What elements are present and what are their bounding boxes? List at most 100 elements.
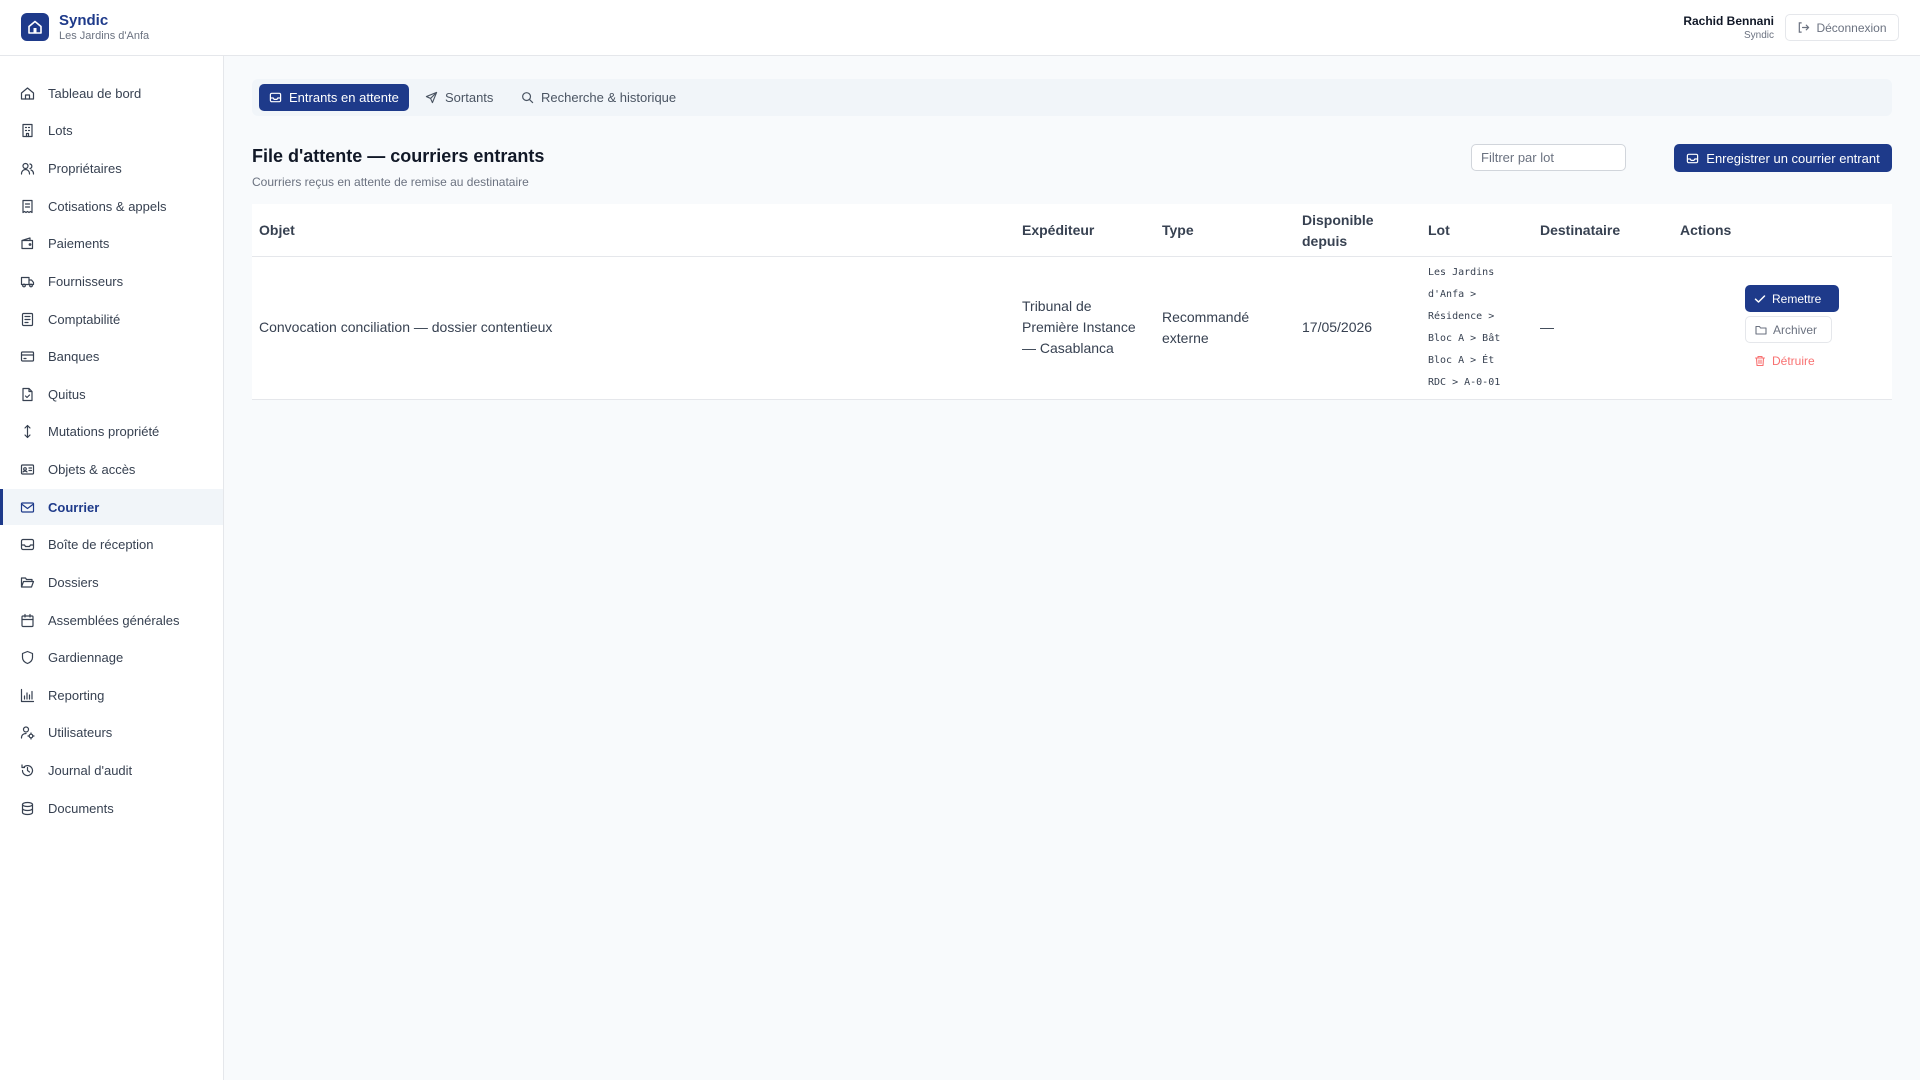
sidebar-item-label: Utilisateurs xyxy=(48,724,113,740)
column-header-actions: Actions xyxy=(1680,222,1732,238)
sidebar-item-assemblees-generales[interactable]: Assemblées générales xyxy=(0,602,223,638)
sidebar-item-quitus[interactable]: Quitus xyxy=(0,376,223,412)
column-header-destinataire: Destinataire xyxy=(1540,222,1621,238)
logout-label: Déconnexion xyxy=(1816,20,1887,35)
table-row[interactable]: Convocation conciliation — dossier conte… xyxy=(252,257,1892,400)
sidebar-item-label: Quitus xyxy=(48,386,86,402)
arrows-vertical-icon xyxy=(20,424,35,439)
cell-type: Recommandé externe xyxy=(1162,309,1250,346)
register-incoming-mail-label: Enregistrer un courrier entrant xyxy=(1706,150,1880,166)
incoming-mail-table: Objet Expéditeur Type Disponible depuis … xyxy=(252,204,1892,400)
sidebar-item-label: Documents xyxy=(48,800,114,816)
residence-name: Les Jardins d'Anfa xyxy=(59,30,150,42)
cell-objet: Convocation conciliation — dossier conte… xyxy=(259,319,553,335)
database-icon xyxy=(20,801,35,816)
ledger-icon xyxy=(20,312,35,327)
sidebar-item-tableau-de-bord[interactable]: Tableau de bord xyxy=(0,75,223,111)
archiver-label: Archiver xyxy=(1773,322,1818,337)
sidebar-item-mutations-propriete[interactable]: Mutations propriété xyxy=(0,413,223,449)
calendar-icon xyxy=(20,613,35,628)
column-header-lot: Lot xyxy=(1428,222,1450,238)
cell-disponible-depuis: 17/05/2026 xyxy=(1302,319,1373,335)
sidebar-item-proprietaires[interactable]: Propriétaires xyxy=(0,150,223,186)
inbox-icon xyxy=(1687,153,1699,163)
cell-lot: Les Jardins d'Anfa > Résidence > Bloc A … xyxy=(1428,267,1501,388)
logout-button[interactable]: Déconnexion xyxy=(1785,14,1899,41)
sidebar-item-label: Reporting xyxy=(48,687,105,703)
detruire-button[interactable]: Détruire xyxy=(1745,347,1825,374)
cell-destinataire: — xyxy=(1540,319,1554,335)
tab-entrants-en-attente[interactable]: Entrants en attente xyxy=(259,84,409,111)
app-title: Syndic xyxy=(59,12,109,29)
sidebar: Tableau de bord Lots Propriétaires Cotisati… xyxy=(0,56,224,1080)
sidebar-item-courrier[interactable]: Courrier xyxy=(0,489,223,525)
filter-lot-input[interactable] xyxy=(1471,144,1626,171)
column-header-expediteur: Expéditeur xyxy=(1022,222,1095,238)
shield-icon xyxy=(20,650,35,665)
tab-recherche-historique[interactable]: Recherche & historique xyxy=(511,84,686,111)
detruire-label: Détruire xyxy=(1772,353,1815,368)
sidebar-item-label: Assemblées générales xyxy=(48,612,180,628)
archiver-button[interactable]: Archiver xyxy=(1745,316,1832,343)
logout-icon xyxy=(1799,22,1810,33)
sidebar-item-label: Courrier xyxy=(48,499,100,515)
send-icon xyxy=(425,91,438,104)
cell-expediteur: Tribunal de Première Instance — Casablan… xyxy=(1022,298,1136,356)
sidebar-item-utilisateurs[interactable]: Utilisateurs xyxy=(0,714,223,750)
home-icon xyxy=(20,86,35,101)
sidebar-item-paiements[interactable]: Paiements xyxy=(0,225,223,261)
sidebar-item-label: Objets & accès xyxy=(48,461,136,477)
sidebar-item-fournisseurs[interactable]: Fournisseurs xyxy=(0,263,223,299)
page-title: File d'attente — courriers entrants xyxy=(252,146,545,166)
sidebar-item-reporting[interactable]: Reporting xyxy=(0,677,223,713)
building-icon xyxy=(20,123,35,138)
sidebar-item-label: Cotisations & appels xyxy=(48,198,167,214)
register-incoming-mail-button[interactable]: Enregistrer un courrier entrant xyxy=(1674,144,1892,172)
sidebar-item-label: Comptabilité xyxy=(48,311,121,327)
user-role: Syndic xyxy=(1743,30,1774,41)
sidebar-item-objets-acces[interactable]: Objets & accès xyxy=(0,451,223,487)
house-logo-icon xyxy=(28,20,42,34)
id-card-icon xyxy=(20,462,35,477)
column-header-type: Type xyxy=(1162,222,1194,238)
folder-icon xyxy=(1755,325,1767,335)
sidebar-item-label: Lots xyxy=(48,122,73,138)
inbox-icon xyxy=(20,537,35,552)
wallet-icon xyxy=(20,236,35,251)
tab-sortants[interactable]: Sortants xyxy=(415,84,503,111)
sidebar-item-comptabilite[interactable]: Comptabilité xyxy=(0,301,223,337)
sidebar-item-label: Gardiennage xyxy=(48,649,124,665)
remettre-button[interactable]: Remettre xyxy=(1745,285,1839,312)
page-subtitle: Courriers reçus en attente de remise au … xyxy=(252,175,529,189)
users-icon xyxy=(20,161,35,176)
sidebar-item-documents[interactable]: Documents xyxy=(0,790,223,826)
app-logo[interactable] xyxy=(21,13,49,41)
check-icon xyxy=(1754,294,1766,303)
sidebar-item-label: Boîte de réception xyxy=(48,536,154,552)
sidebar-item-boite-de-reception[interactable]: Boîte de réception xyxy=(0,526,223,562)
tab-label: Sortants xyxy=(445,90,494,105)
sidebar-item-label: Banques xyxy=(48,348,100,364)
sidebar-item-label: Dossiers xyxy=(48,574,99,590)
mail-icon xyxy=(20,500,35,515)
sidebar-item-lots[interactable]: Lots xyxy=(0,112,223,148)
credit-card-icon xyxy=(20,349,35,364)
file-check-icon xyxy=(20,387,35,402)
column-header-objet: Objet xyxy=(259,222,295,238)
sidebar-item-label: Mutations propriété xyxy=(48,423,160,439)
tab-bar: Entrants en attente Sortants Recherche &… xyxy=(252,79,1892,116)
sidebar-item-dossiers[interactable]: Dossiers xyxy=(0,564,223,600)
column-header-disponible-depuis: Disponible depuis xyxy=(1302,212,1374,249)
folder-open-icon xyxy=(20,575,35,590)
user-name: Rachid Bennani xyxy=(1683,14,1774,28)
sidebar-item-banques[interactable]: Banques xyxy=(0,338,223,374)
sidebar-item-journal-d-audit[interactable]: Journal d'audit xyxy=(0,752,223,788)
sidebar-item-cotisations-appels[interactable]: Cotisations & appels xyxy=(0,188,223,224)
tab-label: Recherche & historique xyxy=(541,90,677,105)
history-icon xyxy=(20,763,35,778)
user-cog-icon xyxy=(20,725,35,740)
tab-label: Entrants en attente xyxy=(289,90,399,105)
sidebar-item-label: Tableau de bord xyxy=(48,85,142,101)
sidebar-item-gardiennage[interactable]: Gardiennage xyxy=(0,639,223,675)
sidebar-item-label: Fournisseurs xyxy=(48,273,124,289)
